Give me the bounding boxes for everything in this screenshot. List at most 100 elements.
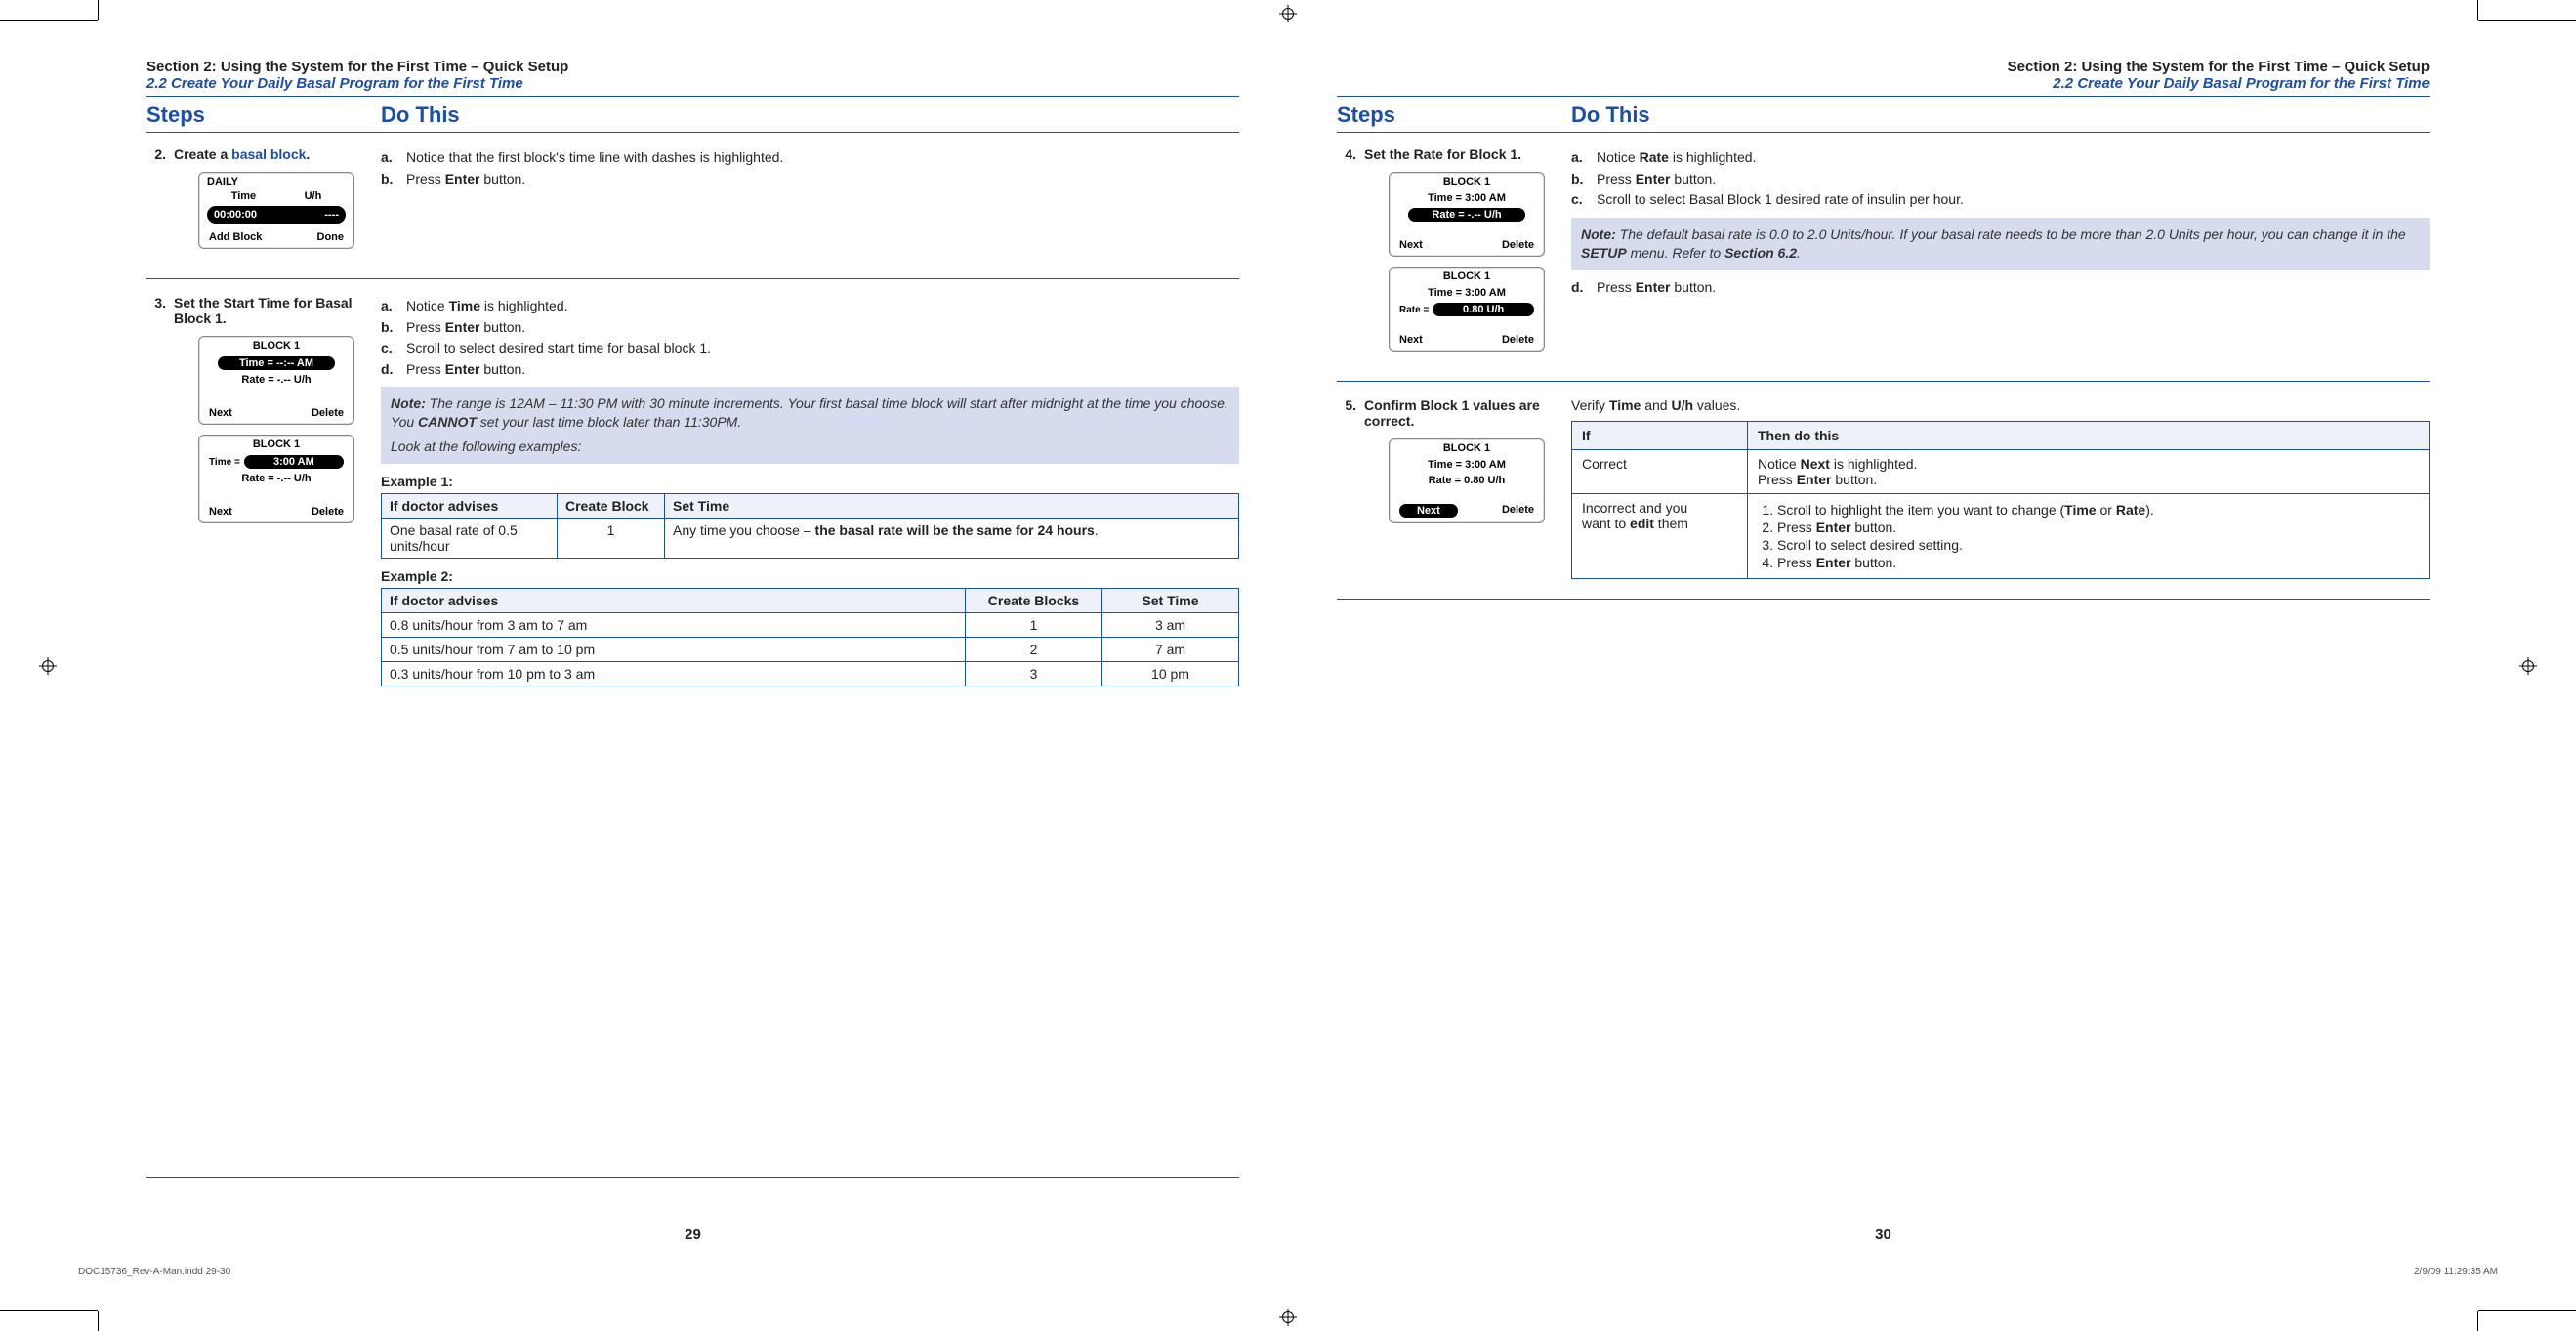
sub-label: a. (381, 148, 406, 168)
text: button. (1670, 279, 1716, 295)
device-rate: Rate = 0.80 U/h (1390, 473, 1544, 488)
td: 3 am (1102, 613, 1239, 638)
enter-word: Enter (1636, 171, 1671, 187)
sub-label: b. (1571, 170, 1597, 189)
rule (146, 278, 1239, 279)
note-box: Note: The default basal rate is 0.0 to 2… (1571, 218, 2430, 270)
step-title: Set the Rate for Block 1. BLOCK 1 Time =… (1364, 146, 1571, 361)
device-title: BLOCK 1 (1390, 439, 1544, 457)
text: The default basal rate is 0.0 to 2.0 Uni… (1616, 227, 2406, 242)
step-title: Confirm Block 1 values are correct. BLOC… (1364, 397, 1571, 579)
text: button. (1850, 520, 1896, 535)
section-title: Section 2: Using the System for the Firs… (1337, 59, 2430, 75)
text: button. (1850, 555, 1896, 570)
sub-label: c. (381, 339, 406, 358)
td: Any time you choose – the basal rate wil… (665, 519, 1239, 559)
registration-mark-icon (39, 657, 57, 675)
text: Create a (174, 146, 231, 162)
time-word: Time (449, 298, 480, 313)
subsection-title: 2.2 Create Your Daily Basal Program for … (146, 75, 1239, 92)
next-word: Next (1801, 456, 1830, 472)
device-next: Next (1399, 334, 1423, 346)
text: Press (406, 361, 445, 377)
step-2-substeps: a.Notice that the first block's time lin… (381, 148, 1239, 188)
crop-mark (0, 1310, 98, 1311)
section-ref: Section 6.2 (1724, 245, 1797, 261)
crop-mark (2478, 20, 2576, 21)
device-add-block: Add Block (209, 231, 262, 243)
enter-word: Enter (1816, 555, 1851, 570)
sub-body: Notice Rate is highlighted. (1597, 148, 2430, 168)
page-30: Section 2: Using the System for the Firs… (1288, 59, 2478, 1272)
device-done: Done (317, 231, 345, 243)
text: is highlighted. (480, 298, 568, 313)
page-number: 29 (98, 1227, 1288, 1243)
device-delete: Delete (312, 506, 344, 518)
indesign-slug-timestamp: 2/9/09 11:29:35 AM (2414, 1267, 2498, 1277)
device-time: Time = 3:00 AM (1390, 457, 1544, 473)
text: button. (479, 361, 525, 377)
text: Press (406, 171, 445, 187)
verify-line: Verify Time and U/h values. (1571, 397, 2430, 413)
rule (1337, 381, 2430, 382)
td-incorrect: Incorrect and you want to edit them (1572, 494, 1748, 579)
device-time: Time = 3:00 AM (1390, 285, 1544, 301)
device-rate: Rate = -.-- U/h (199, 372, 353, 388)
text: ). (2145, 502, 2154, 518)
device-selected-row: 00:00:00 ---- (207, 206, 346, 224)
text: button. (1670, 171, 1716, 187)
text: Incorrect and you (1582, 500, 1737, 516)
text: Notice (1758, 456, 1801, 472)
steps-heading: Steps (146, 97, 381, 132)
text: Confirm Block 1 values are correct. (1364, 397, 1540, 429)
col-uh: U/h (305, 190, 322, 202)
sub-body: Notice Time is highlighted. (406, 297, 1239, 316)
indesign-slug-file: DOC15736_Rev-A-Man.indd 29-30 (78, 1267, 230, 1277)
time-word: Time (2064, 502, 2096, 518)
table-row: 0.8 units/hour from 3 am to 7 am13 am (382, 613, 1239, 638)
text: . (1797, 245, 1801, 261)
device-screen-daily: DAILY Time U/h 00:00:00 ---- Add Block D… (198, 172, 354, 249)
device-time: Time = 3:00 AM (1390, 190, 1544, 206)
text: button. (479, 319, 525, 335)
note-label: Note: (391, 395, 426, 411)
td: One basal rate of 0.5 units/hour (382, 519, 558, 559)
step-3-substeps: a.Notice Time is highlighted. b.Press En… (381, 297, 1239, 379)
step-3: 3. Set the Start Time for Basal Block 1.… (146, 289, 1239, 696)
device-selected-time: Time = --:-- AM (218, 356, 335, 370)
rate-label: Rate = (1399, 305, 1429, 315)
td-incorrect-actions: Scroll to highlight the item you want to… (1748, 494, 2430, 579)
uh-word: U/h (1671, 397, 1693, 413)
crop-mark (98, 0, 99, 20)
edit-word: edit (1630, 516, 1654, 531)
device-selected-rate: Rate = -.-- U/h (1408, 208, 1525, 222)
crop-mark (98, 1311, 99, 1331)
device-screen-block1a: BLOCK 1 Time = --:-- AM Rate = -.-- U/h … (198, 336, 354, 425)
registration-mark-icon (1279, 5, 1297, 22)
text: Press (1777, 555, 1816, 570)
registration-mark-icon (2519, 657, 2537, 675)
text: button. (1831, 472, 1877, 487)
page-29: Section 2: Using the System for the Firs… (98, 59, 1288, 1272)
device-columns: Time U/h (199, 190, 353, 202)
crop-mark (0, 20, 98, 21)
td: 1 (966, 613, 1102, 638)
sub-label: a. (1571, 148, 1597, 168)
step-4-substeps: a.Notice Rate is highlighted. b.Press En… (1571, 148, 2430, 210)
td: 0.8 units/hour from 3 am to 7 am (382, 613, 966, 638)
col-time: Time (231, 190, 256, 202)
time-word: Time (1609, 397, 1641, 413)
th-set-time: Set Time (1102, 589, 1239, 613)
text: Set the Rate for Block 1. (1364, 146, 1521, 162)
device-title: BLOCK 1 (1390, 268, 1544, 285)
th-advises: If doctor advises (382, 494, 558, 519)
sub-body: Press Enter button. (406, 318, 1239, 338)
device-screen-block1c: BLOCK 1 Time = 3:00 AM Rate = -.-- U/h N… (1389, 172, 1545, 257)
th-if: If (1572, 422, 1748, 450)
sub-body: Press Enter button. (1597, 170, 2430, 189)
td: 2 (966, 638, 1102, 662)
dothis-heading: Do This (381, 97, 1239, 132)
sub-body: Notice that the first block's time line … (406, 148, 1239, 168)
td: 7 am (1102, 638, 1239, 662)
column-headers: Steps Do This (146, 97, 1239, 132)
